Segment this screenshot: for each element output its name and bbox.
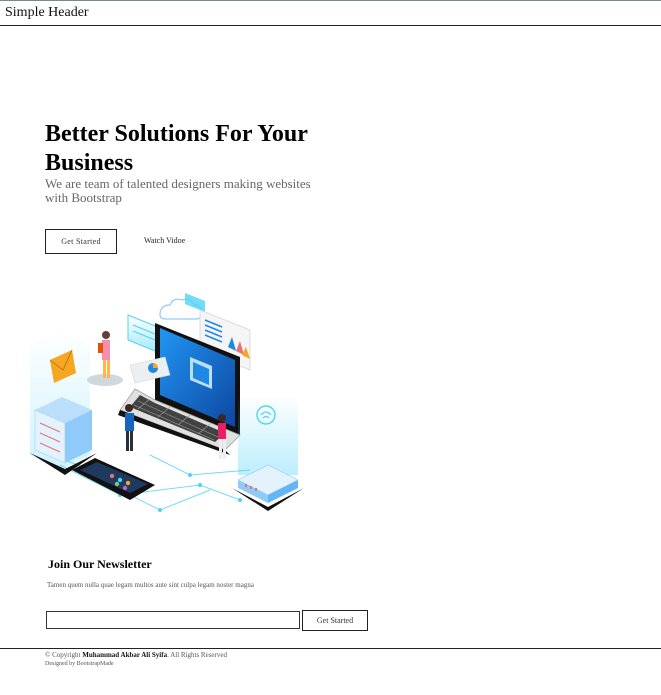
newsletter-email-input[interactable]	[46, 611, 300, 629]
newsletter-title: Join Our Newsletter	[48, 557, 152, 571]
site-header: Simple Header	[0, 0, 661, 26]
site-footer: © Copyright Muhammad Akbar Ali Syifa. Al…	[0, 648, 661, 695]
copyright-suffix: . All Rights Reserved	[167, 651, 227, 659]
newsletter-submit-button[interactable]: Get Started	[302, 610, 368, 631]
copyright-owner: Muhammad Akbar Ali Syifa	[82, 651, 168, 659]
watch-video-link[interactable]: Watch Vidoe	[144, 236, 185, 245]
copyright-prefix: © Copyright	[45, 651, 81, 659]
hero-subtitle: We are team of talented designers making…	[45, 176, 311, 205]
hero-title: Better Solutions For Your Business	[45, 121, 308, 176]
copyright-text: © Copyright Muhammad Akbar Ali Syifa. Al…	[45, 651, 227, 659]
newsletter-description: Tamen quem nulla quae legam multos aute …	[47, 581, 254, 589]
brand-logo-text[interactable]: Simple Header	[5, 5, 89, 21]
hero-illustration	[30, 293, 304, 512]
designer-credits[interactable]: Designed by BootstrapMade	[45, 661, 114, 667]
get-started-button[interactable]: Get Started	[45, 229, 117, 254]
